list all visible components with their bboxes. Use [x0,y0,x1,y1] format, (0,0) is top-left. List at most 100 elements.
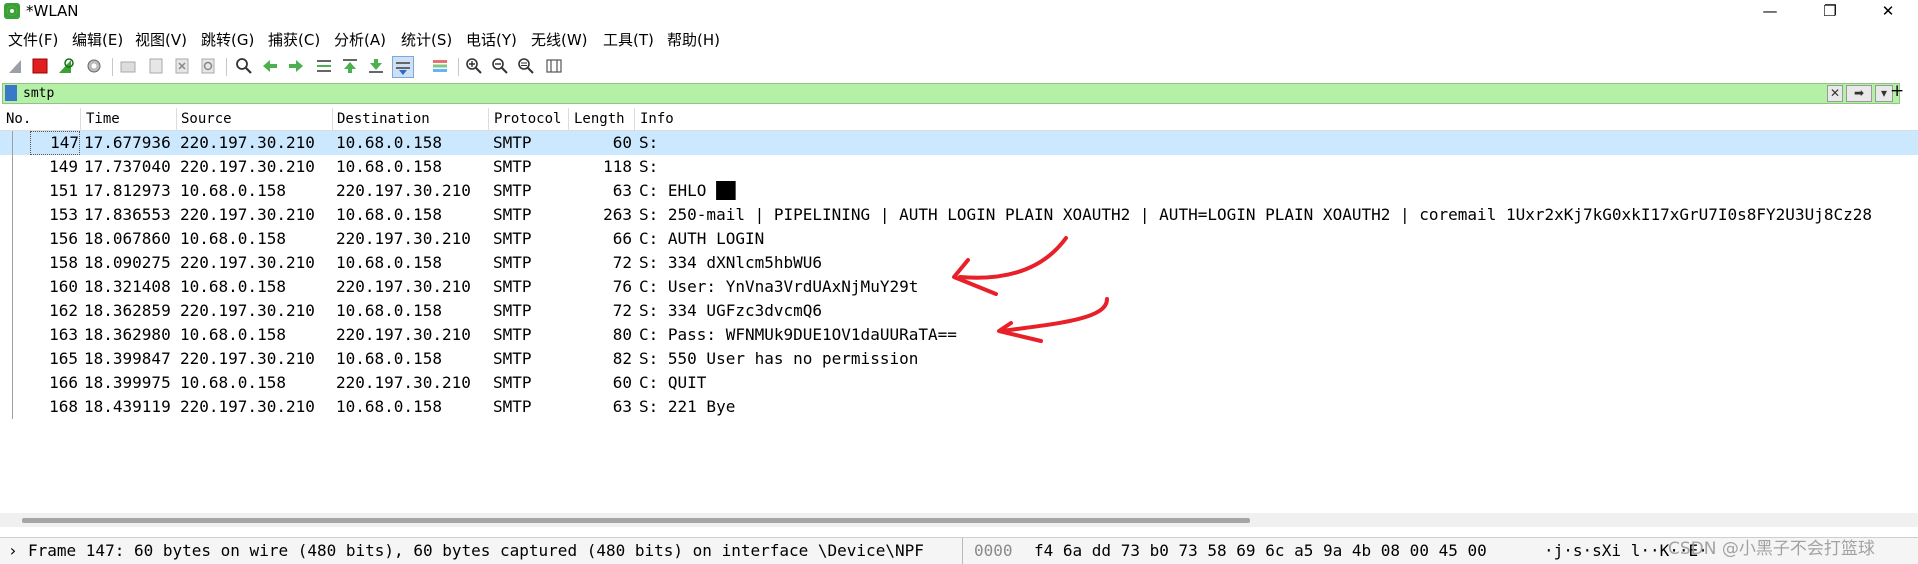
column-time[interactable]: Time [86,111,120,127]
packet-destination: 220.197.30.210 [336,229,471,248]
menu-help[interactable]: 帮助(H) [667,29,720,50]
restore-button[interactable]: ❐ [1810,0,1850,22]
display-filter-bar: smtp ✕ ➡ ▾ [2,83,1900,104]
find-packet-icon[interactable] [234,56,254,76]
close-button[interactable]: ✕ [1868,0,1908,22]
shark-fin-start-icon[interactable] [6,56,26,76]
packet-row[interactable]: 168 18.439119 220.197.30.210 10.68.0.158… [0,395,1918,419]
bookmark-icon[interactable] [5,85,17,101]
column-info[interactable]: Info [640,111,674,127]
menu-wireless[interactable]: 无线(W) [531,29,588,50]
packet-source: 10.68.0.158 [180,277,286,296]
packet-length: 72 [612,301,632,320]
capture-options-icon[interactable] [84,56,104,76]
menu-capture[interactable]: 捕获(C) [268,29,320,50]
frame-summary[interactable]: Frame 147: 60 bytes on wire (480 bits), … [28,541,956,560]
conversation-bracket [12,227,13,251]
expand-chevron-icon[interactable]: › [8,541,18,560]
packet-source: 220.197.30.210 [180,349,315,368]
horizontal-scrollbar[interactable] [0,513,1918,527]
reload-icon[interactable] [198,56,218,76]
conversation-bracket [12,251,13,275]
colorize-icon[interactable] [430,56,450,76]
hex-bytes[interactable]: f4 6a dd 73 b0 73 58 69 6c a5 9a 4b 08 0… [1034,541,1487,560]
open-file-icon[interactable] [118,56,138,76]
packet-source: 220.197.30.210 [180,133,315,152]
packet-row[interactable]: 153 17.836553 220.197.30.210 10.68.0.158… [0,203,1918,227]
menu-tools[interactable]: 工具(T) [603,29,654,50]
packet-info: S: [639,157,659,176]
zoom-out-icon[interactable] [490,56,510,76]
packet-row[interactable]: 151 17.812973 10.68.0.158 220.197.30.210… [0,179,1918,203]
packet-source: 220.197.30.210 [180,253,315,272]
menu-file[interactable]: 文件(F) [8,29,58,50]
packet-no: 156 [49,229,78,248]
close-file-icon[interactable] [172,56,192,76]
first-packet-icon[interactable] [340,56,360,76]
packet-protocol: SMTP [493,157,532,176]
conversation-bracket [12,371,13,395]
packet-info: C: AUTH LOGIN [639,229,765,248]
column-divider[interactable] [488,108,489,130]
packet-info: S: 550 User has no permission [639,349,919,368]
add-filter-button[interactable]: + [1890,81,1904,101]
packet-source: 220.197.30.210 [180,301,315,320]
menu-statistics[interactable]: 统计(S) [401,29,452,50]
save-file-icon[interactable] [146,56,166,76]
packet-row[interactable]: 165 18.399847 220.197.30.210 10.68.0.158… [0,347,1918,371]
menu-telephony[interactable]: 电话(Y) [466,29,517,50]
apply-filter-icon[interactable]: ➡ [1846,85,1872,102]
pane-divider[interactable] [962,538,963,564]
packet-length: 60 [612,373,632,392]
packet-info: S: 334 dXNlcm5hbWU6 [639,253,823,272]
stop-capture-icon[interactable] [30,56,50,76]
go-back-icon[interactable] [260,56,280,76]
menu-bar: 文件(F) 编辑(E) 视图(V) 跳转(G) 捕获(C) 分析(A) 统计(S… [0,26,1918,50]
menu-edit[interactable]: 编辑(E) [72,29,123,50]
packet-row[interactable]: 147 17.677936 220.197.30.210 10.68.0.158… [0,131,1918,155]
scrollbar-thumb[interactable] [22,518,1250,523]
zoom-in-icon[interactable] [464,56,484,76]
menu-go[interactable]: 跳转(G) [201,29,254,50]
packet-length: 76 [612,277,632,296]
autoscroll-icon[interactable] [392,56,414,78]
conversation-bracket [12,347,13,371]
column-source[interactable]: Source [181,111,232,127]
column-divider[interactable] [176,108,177,130]
packet-destination: 10.68.0.158 [336,205,442,224]
display-filter-input[interactable]: smtp [23,84,54,103]
packet-destination: 10.68.0.158 [336,349,442,368]
column-divider[interactable] [634,108,635,130]
minimize-button[interactable]: — [1750,0,1790,22]
restart-capture-icon[interactable] [56,56,76,76]
column-protocol[interactable]: Protocol [494,111,561,127]
packet-row[interactable]: 162 18.362859 220.197.30.210 10.68.0.158… [0,299,1918,323]
clear-filter-icon[interactable]: ✕ [1827,85,1843,102]
conversation-bracket [12,155,13,179]
column-divider[interactable] [80,108,81,130]
packet-row[interactable]: 160 18.321408 10.68.0.158 220.197.30.210… [0,275,1918,299]
main-toolbar [0,53,1918,79]
menu-analyze[interactable]: 分析(A) [334,29,386,50]
packet-row[interactable]: 156 18.067860 10.68.0.158 220.197.30.210… [0,227,1918,251]
packet-row[interactable]: 149 17.737040 220.197.30.210 10.68.0.158… [0,155,1918,179]
packet-source: 10.68.0.158 [180,181,286,200]
menu-view[interactable]: 视图(V) [135,29,187,50]
packet-info: S: 221 Bye [639,397,736,416]
zoom-normal-icon[interactable] [516,56,536,76]
column-divider[interactable] [568,108,569,130]
packet-row[interactable]: 166 18.399975 10.68.0.158 220.197.30.210… [0,371,1918,395]
last-packet-icon[interactable] [366,56,386,76]
packet-length: 72 [612,253,632,272]
packet-row[interactable]: 163 18.362980 10.68.0.158 220.197.30.210… [0,323,1918,347]
go-to-packet-icon[interactable] [314,56,334,76]
packet-row[interactable]: 158 18.090275 220.197.30.210 10.68.0.158… [0,251,1918,275]
column-length[interactable]: Length [574,111,625,127]
resize-columns-icon[interactable] [544,56,564,76]
column-divider[interactable] [332,108,333,130]
column-no[interactable]: No. [6,111,31,127]
packet-info: S: [639,133,659,152]
packet-no: 160 [49,277,78,296]
column-destination[interactable]: Destination [337,111,430,127]
go-forward-icon[interactable] [286,56,306,76]
